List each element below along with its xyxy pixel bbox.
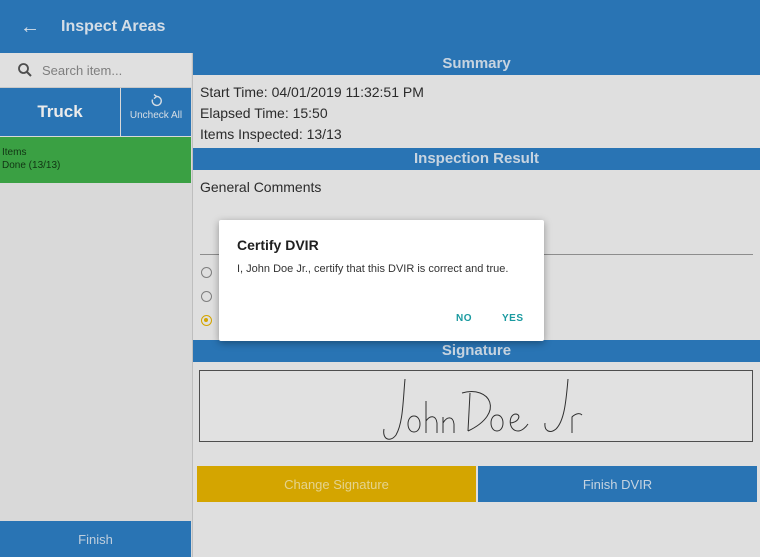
yes-button[interactable]: YES [502, 313, 524, 324]
dialog-message: I, John Doe Jr., certify that this DVIR … [237, 263, 509, 275]
dialog-title: Certify DVIR [237, 237, 319, 253]
no-button[interactable]: NO [456, 313, 472, 324]
certify-dialog: Certify DVIR I, John Doe Jr., certify th… [219, 220, 544, 341]
